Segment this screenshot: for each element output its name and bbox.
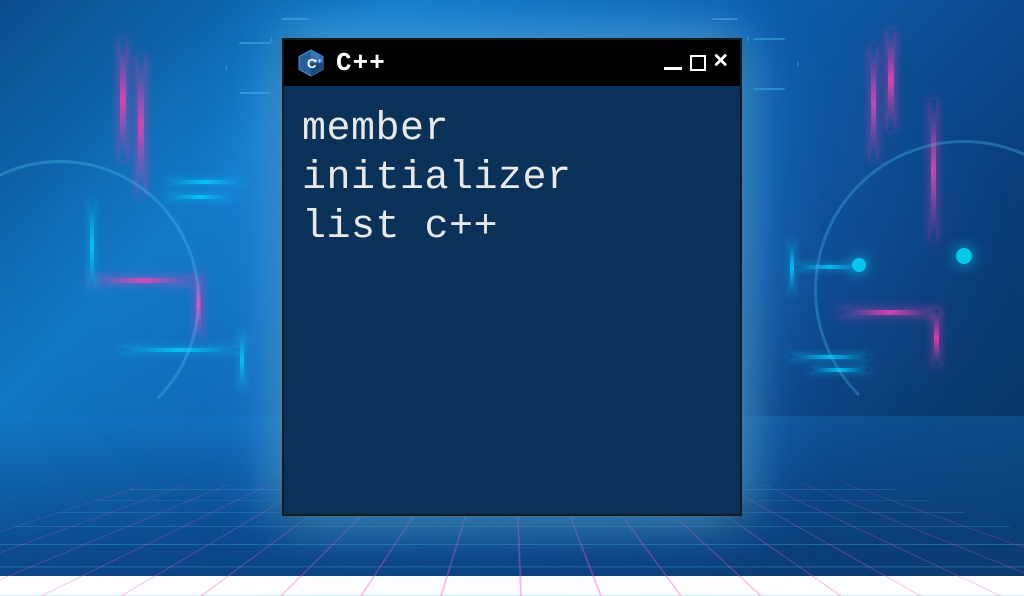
cpp-logo-icon: C + +	[296, 48, 326, 78]
window-title: C++	[336, 48, 386, 78]
titlebar-left: C + + C++	[296, 48, 386, 78]
maximize-button[interactable]	[690, 55, 706, 71]
window-controls: ✕	[664, 50, 728, 76]
terminal-window: C + + C++ ✕ member initializer list c++	[282, 38, 742, 516]
terminal-body: member initializer list c++	[284, 86, 740, 514]
terminal-content: member initializer list c++	[302, 106, 722, 252]
titlebar[interactable]: C + + C++ ✕	[284, 40, 740, 86]
close-button[interactable]: ✕	[714, 50, 728, 76]
svg-text:+: +	[318, 59, 322, 65]
minimize-button[interactable]	[664, 67, 682, 70]
